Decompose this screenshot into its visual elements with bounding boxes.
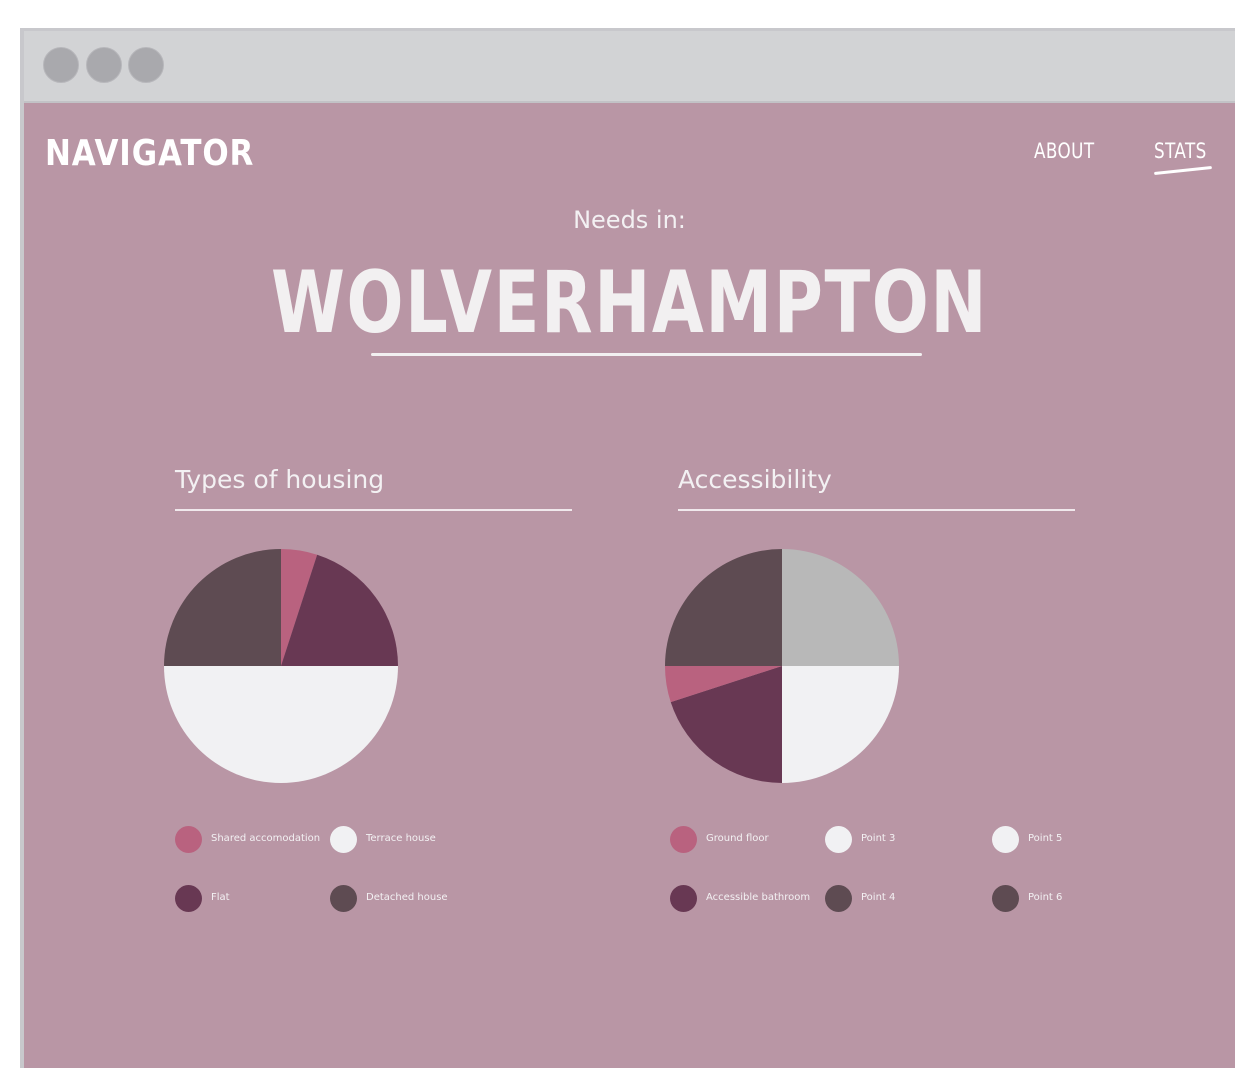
legend-swatch	[992, 885, 1019, 912]
legend-label: Ground floor	[706, 833, 769, 844]
maximize-dot[interactable]	[128, 47, 164, 83]
legend-swatch	[175, 885, 202, 912]
legend-label: Terrace house	[366, 833, 436, 844]
pie-slice-point-4	[665, 549, 782, 666]
window-titlebar	[24, 31, 1235, 103]
legend-swatch	[992, 826, 1019, 853]
page-title: WOLVERHAMPTON	[270, 253, 989, 353]
browser-window: NAVIGATOR ABOUT STATS Needs in: WOLVERHA…	[20, 28, 1235, 1068]
legend-label: Flat	[211, 892, 230, 903]
nav-active-underline	[1154, 165, 1212, 176]
legend-label: Point 4	[861, 892, 896, 903]
legend-swatch	[330, 885, 357, 912]
legend-label: Detached house	[366, 892, 448, 903]
legend-label: Accessible bathroom	[706, 892, 811, 903]
legend-swatch	[670, 826, 697, 853]
legend-label: Point 3	[861, 833, 896, 844]
pie-slice-point-3	[782, 549, 899, 666]
site-logo[interactable]: NAVIGATOR	[45, 133, 254, 174]
legend-label: Point 6	[1028, 892, 1063, 903]
legend-label: Shared accomodation	[211, 833, 321, 844]
accessibility-pie-chart	[665, 549, 899, 783]
accessibility-section-title: Accessibility	[678, 465, 832, 494]
legend-swatch	[330, 826, 357, 853]
legend-swatch	[825, 826, 852, 853]
housing-section-rule	[175, 509, 572, 511]
legend-label: Point 5	[1028, 833, 1063, 844]
title-underline	[371, 353, 922, 356]
nav-about-link[interactable]: ABOUT	[1034, 139, 1095, 163]
legend-swatch	[825, 885, 852, 912]
nav-stats-link[interactable]: STATS	[1154, 139, 1207, 163]
housing-section-title: Types of housing	[175, 465, 385, 494]
accessibility-section-rule	[678, 509, 1075, 511]
pie-slice-point-5	[782, 666, 899, 783]
close-dot[interactable]	[43, 47, 79, 83]
housing-pie-chart	[164, 549, 398, 783]
pie-slice-terrace-house	[164, 666, 398, 783]
page-subtitle: Needs in:	[573, 206, 686, 234]
legend-swatch	[670, 885, 697, 912]
pie-slice-detached-house	[164, 549, 281, 666]
legend-swatch	[175, 826, 202, 853]
minimize-dot[interactable]	[86, 47, 122, 83]
